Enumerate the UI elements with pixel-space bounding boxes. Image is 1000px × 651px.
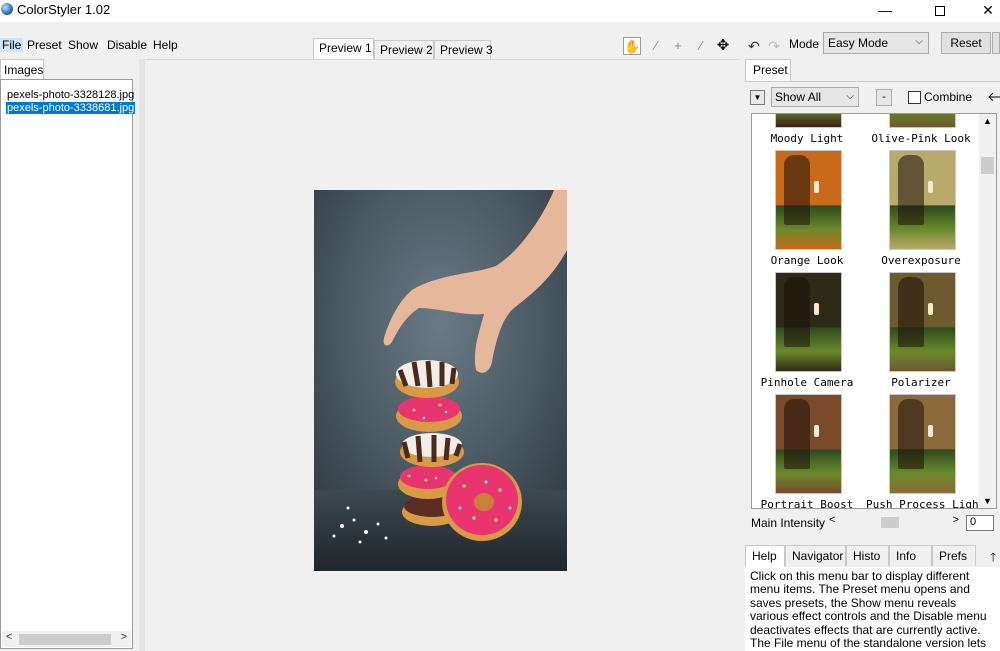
split-view-icon[interactable]: ✥ (714, 37, 732, 55)
intensity-slider[interactable]: < > (827, 514, 961, 530)
candle-icon (928, 181, 933, 193)
preset-thumbnail-figure (784, 277, 810, 347)
candle-icon (814, 181, 819, 193)
chevron-left-icon[interactable]: < (829, 514, 835, 526)
scrollbar-thumb[interactable] (981, 157, 994, 174)
tab-prefs[interactable]: Prefs (932, 545, 976, 566)
reset-button[interactable]: Reset (941, 32, 991, 54)
mode-label: Mode (789, 37, 820, 51)
maximize-button[interactable] (917, 0, 963, 22)
preset-thumbnail-figure (898, 155, 924, 225)
preset-thumbnail-figure (898, 277, 924, 347)
slider-thumb[interactable] (881, 517, 899, 528)
preset-label[interactable]: Polarizer (866, 376, 976, 389)
redo-icon[interactable]: ↷ (765, 37, 783, 55)
candle-icon (928, 303, 933, 315)
undo-icon[interactable]: ↶ (745, 37, 763, 55)
minimize-icon: — (878, 2, 892, 18)
preset-thumbnail[interactable] (775, 272, 842, 372)
preset-thumbnail[interactable] (889, 394, 956, 494)
candle-icon (814, 303, 819, 315)
menu-preset[interactable]: Preset (27, 38, 62, 52)
preset-panel: ▼ Show All ⌵ - Combine 🡐 Moody Light Oliv… (745, 81, 1000, 536)
panel-splitter[interactable] (139, 59, 145, 651)
combine-label: Combine (924, 90, 973, 104)
menu-show[interactable]: Show (68, 38, 98, 52)
preset-thumbnail[interactable] (775, 394, 842, 494)
preset-thumbnail[interactable] (889, 114, 956, 128)
preview-canvas[interactable] (146, 59, 740, 651)
preset-label[interactable]: Push Process Light (866, 498, 985, 508)
horizontal-scrollbar[interactable]: < > (2, 631, 131, 647)
arrow-up-icon[interactable]: 🡑 (990, 548, 996, 569)
preset-menu-button[interactable]: ▼ (750, 90, 765, 105)
preset-thumbnail[interactable] (889, 272, 956, 372)
candle-icon (928, 425, 933, 437)
preset-thumbnail-figure (784, 155, 810, 225)
chevron-left-icon[interactable]: < (6, 631, 12, 643)
app-logo-icon (1, 3, 13, 15)
preset-label[interactable]: Overexposure (866, 254, 976, 267)
eyedropper-icon[interactable]: ⁄ (647, 37, 665, 55)
tab-preview-3[interactable]: Preview 3 (434, 40, 493, 59)
close-button[interactable]: ✕ (965, 0, 1000, 22)
preset-label[interactable]: Orange Look (752, 254, 862, 267)
preset-label[interactable]: Moody Light (752, 132, 862, 145)
tab-images[interactable]: Images (0, 59, 44, 79)
preset-thumbnail-figure (898, 399, 924, 469)
preview-image (314, 190, 567, 571)
preset-filter-value: Show All (775, 90, 822, 104)
combine-checkbox[interactable] (908, 91, 921, 104)
preset-label[interactable]: Portrait Boost (752, 498, 862, 508)
tab-help[interactable]: Help (745, 545, 785, 567)
chevron-right-icon[interactable]: > (953, 514, 959, 526)
preset-thumbnail[interactable] (775, 114, 842, 128)
reset-dropdown-button[interactable] (992, 32, 1000, 54)
window-title: ColorStyler 1.02 (17, 2, 111, 17)
tab-navigator[interactable]: Navigator (785, 545, 846, 566)
menu-disable[interactable]: Disable (107, 38, 147, 52)
tab-info[interactable]: Info (889, 545, 932, 566)
preset-label[interactable]: Pinhole Camera (752, 376, 862, 389)
help-text: Click on this menu bar to display differ… (745, 567, 1000, 651)
intensity-value-field[interactable]: 0 (966, 515, 994, 531)
images-list[interactable]: pexels-photo-3328128.jpg pexels-photo-33… (0, 79, 136, 649)
vertical-scrollbar[interactable]: ▲ ▼ (979, 114, 996, 508)
intensity-label: Main Intensity (751, 516, 826, 530)
list-item-selected[interactable]: pexels-photo-3338681.jpg (6, 102, 136, 114)
tab-preview-1[interactable]: Preview 1 (313, 38, 374, 59)
preset-thumbnail[interactable] (889, 150, 956, 250)
chevron-down-icon: ⌵ (846, 91, 854, 102)
hand-icon[interactable]: ✋ (623, 37, 641, 55)
mode-value: Easy Mode (828, 36, 889, 50)
tab-preset[interactable]: Preset (745, 59, 791, 81)
chevron-down-icon[interactable]: ▼ (983, 496, 992, 506)
tab-preview-2[interactable]: Preview 2 (374, 40, 434, 59)
candle-icon (814, 425, 819, 437)
brush-icon[interactable]: ⁄ (692, 37, 710, 55)
preset-thumbnail-figure (784, 399, 810, 469)
title-bar: ColorStyler 1.02 — ✕ (0, 0, 1000, 22)
back-arrow-icon[interactable]: 🡐 (987, 89, 1000, 105)
list-item[interactable]: pexels-photo-3328128.jpg (6, 89, 135, 101)
preset-thumbnail[interactable] (775, 150, 842, 250)
menu-file[interactable]: File (0, 38, 24, 52)
crosshair-icon[interactable]: + (669, 37, 687, 55)
minimize-button[interactable]: — (862, 0, 908, 22)
info-tabs: Help Navigator Histo Info Prefs 🡑 (745, 545, 1000, 567)
mode-select[interactable]: Easy Mode ⌵ (823, 32, 929, 54)
chevron-right-icon[interactable]: > (121, 631, 127, 643)
tab-histo[interactable]: Histo (846, 545, 889, 566)
preset-gallery[interactable]: Moody Light Olive-Pink Look Orange Look Ove… (751, 113, 997, 509)
close-icon: ✕ (982, 2, 994, 18)
remove-preset-button[interactable]: - (876, 89, 892, 106)
scrollbar-thumb[interactable] (19, 634, 111, 645)
maximize-icon (935, 6, 945, 17)
preset-label[interactable]: Olive-Pink Look (866, 132, 976, 145)
chevron-down-icon: ⌵ (915, 36, 923, 47)
chevron-up-icon[interactable]: ▲ (983, 116, 992, 126)
preset-filter-select[interactable]: Show All ⌵ (771, 87, 859, 107)
menu-help[interactable]: Help (153, 38, 178, 52)
